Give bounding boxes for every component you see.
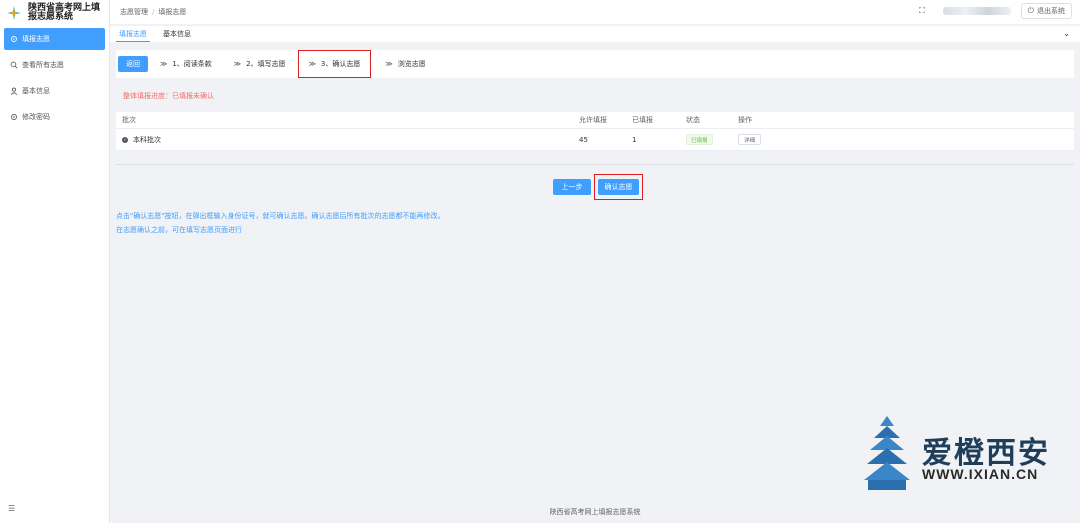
logo-icon (7, 6, 21, 20)
sidebar: 陕西省高考网上填报志愿系统 填报志愿 查看所有志愿 基本信息 修改密码 ☰ (0, 0, 110, 523)
tab-fill-volunteer[interactable]: 填报志愿 (116, 26, 150, 42)
column-header: 操作 (738, 116, 752, 124)
instruction-notes: 点击"确认志愿"按钮，在弹出框输入身份证号，就可确认志愿。确认志愿后所有批次的志… (116, 209, 444, 237)
prev-step-button[interactable]: 上一步 (553, 179, 591, 195)
chevron-down-icon[interactable]: ⌄ (1063, 29, 1070, 38)
header-actions: ⛶ ⏻ 退出系统 (919, 3, 1072, 19)
detail-button[interactable]: 详细 (738, 134, 762, 145)
step-label: 3、确认志愿 (320, 60, 361, 68)
top-header: 志愿管理 / 填报志愿 ⛶ ⏻ 退出系统 (110, 0, 1080, 24)
breadcrumb-item: 填报志愿 (158, 8, 187, 16)
user-icon (9, 87, 18, 96)
back-button[interactable]: 返回 (118, 56, 148, 72)
user-name-blurred (942, 7, 1011, 15)
double-chevron-icon: ≫ (308, 60, 316, 68)
column-header: 已填报 (632, 116, 653, 124)
app-logo: 陕西省高考网上填报志愿系统 (0, 0, 109, 26)
step-confirm-volunteer[interactable]: ≫ 3、确认志愿 (297, 50, 372, 78)
column-header: 批次 (122, 116, 136, 124)
divider (116, 164, 1074, 165)
double-chevron-icon: ≫ (233, 60, 242, 68)
footer: 陕西省高考网上填报志愿系统 (549, 508, 641, 516)
status-tag: 已填报 (686, 134, 713, 145)
watermark: 爱橙西安 WWW.IXIAN.CN (862, 414, 1072, 494)
power-icon: ⏻ (1027, 6, 1034, 15)
steps-bar: 返回 ≫ 1、阅读条款 ≫ 2、填写志愿 ≫ 3、确认志愿 ≫ 浏览志愿 (116, 50, 1074, 78)
double-chevron-icon: ≫ (385, 60, 393, 68)
note-line: 在志愿确认之前，可在填写志愿页面进行 (116, 226, 242, 234)
batch-name: 本科批次 (133, 135, 161, 144)
form-actions: 上一步 确认志愿 (553, 174, 643, 200)
table-row: ✓ 本科批次 45 1 已填报 详细 (116, 129, 1074, 151)
step-fill-volunteer[interactable]: ≫ 2、填写志愿 (234, 59, 286, 69)
note-line: 点击"确认志愿"按钮，在弹出框输入身份证号，就可确认志愿。确认志愿后所有批次的志… (116, 212, 445, 220)
batch-table: 批次 允许填报 已填报 状态 操作 ✓ 本科批次 45 1 已填报 详细 (116, 112, 1074, 151)
gear-icon (9, 35, 18, 44)
breadcrumb: 志愿管理 / 填报志愿 (120, 7, 186, 17)
step-label: 浏览志愿 (397, 60, 426, 68)
gear-icon (9, 113, 18, 122)
tab-basic-info[interactable]: 基本信息 (160, 26, 194, 42)
sidebar-item-label: 查看所有志愿 (22, 61, 64, 69)
breadcrumb-separator: / (152, 8, 155, 16)
fullscreen-icon[interactable]: ⛶ (919, 6, 925, 16)
sidebar-item-change-password[interactable]: 修改密码 (4, 106, 105, 128)
double-chevron-icon: ≫ (160, 60, 168, 68)
status-badge: 已填报 (686, 134, 713, 145)
sidebar-item-view-all[interactable]: 查看所有志愿 (4, 54, 105, 76)
sidebar-item-basic-info[interactable]: 基本信息 (4, 80, 105, 102)
filled-cell: 1 (632, 135, 637, 144)
check-circle-icon: ✓ (122, 136, 128, 143)
breadcrumb-item[interactable]: 志愿管理 (120, 8, 148, 16)
sidebar-item-label: 修改密码 (22, 113, 50, 121)
column-header: 状态 (686, 116, 700, 124)
tabs-bar: 填报志愿 基本信息 ⌄ (110, 26, 1080, 42)
allowed-cell: 45 (579, 135, 588, 144)
step-label: 2、填写志愿 (246, 60, 286, 68)
column-header: 允许填报 (579, 116, 607, 124)
step-label: 1、阅读条款 (172, 60, 212, 68)
app-title: 陕西省高考网上填报志愿系统 (28, 3, 101, 22)
watermark-url: WWW.IXIAN.CN (922, 466, 1039, 482)
logout-button[interactable]: ⏻ 退出系统 (1020, 3, 1072, 19)
step-browse-volunteer[interactable]: ≫ 浏览志愿 (385, 59, 425, 69)
sidebar-item-label: 填报志愿 (22, 35, 50, 43)
tower-logo-icon (864, 416, 910, 490)
sidebar-item-label: 基本信息 (22, 87, 50, 95)
step-read-terms[interactable]: ≫ 1、阅读条款 (160, 59, 212, 69)
collapse-sidebar-icon[interactable]: ☰ (8, 504, 15, 513)
action-cell: 详细 (738, 134, 762, 145)
sidebar-menu: 填报志愿 查看所有志愿 基本信息 修改密码 (0, 28, 109, 128)
table-header-row: 批次 允许填报 已填报 状态 操作 (116, 112, 1074, 129)
logout-label: 退出系统 (1037, 7, 1065, 15)
batch-cell: ✓ 本科批次 (122, 135, 161, 145)
confirm-highlight: 确认志愿 (594, 174, 643, 200)
search-icon (9, 61, 18, 70)
sidebar-item-fill-volunteer[interactable]: 填报志愿 (4, 28, 105, 50)
confirm-volunteer-button[interactable]: 确认志愿 (598, 179, 639, 195)
progress-status: 整体填报进度：已填报未确认 (123, 92, 214, 100)
